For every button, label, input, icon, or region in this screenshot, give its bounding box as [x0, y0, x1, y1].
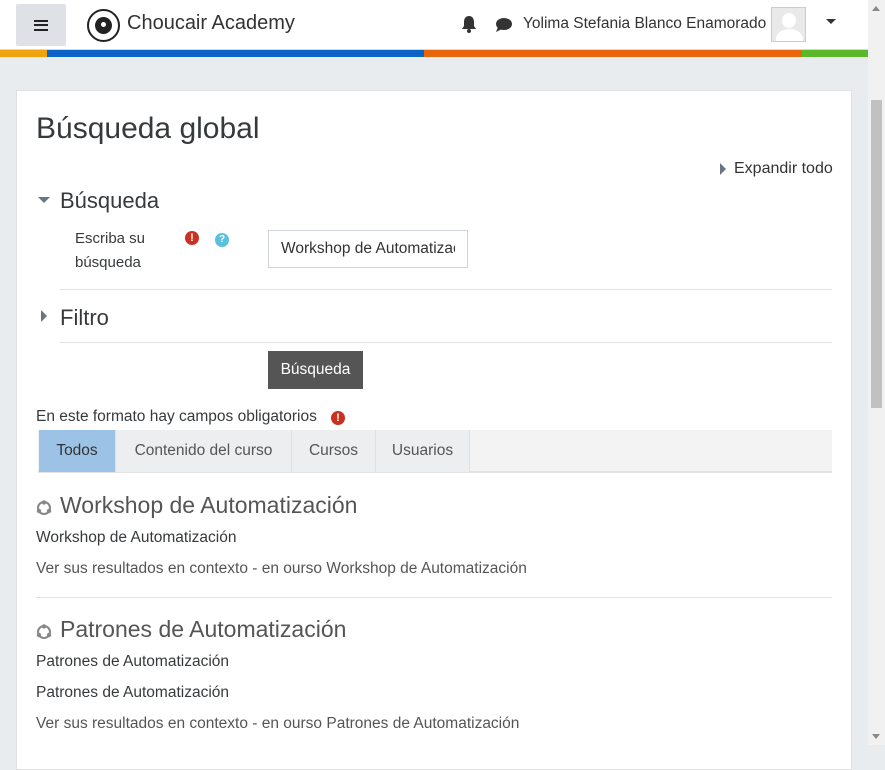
chevron-right-icon [720, 163, 726, 175]
result-context-link[interactable]: Ver sus resultados en contexto - en ours… [36, 715, 519, 733]
expand-all-label: Expandir todo [734, 160, 833, 177]
result-line: Patrones de Automatización [36, 653, 230, 670]
avatar[interactable] [771, 7, 806, 42]
course-icon [36, 624, 52, 639]
page-scrollbar[interactable] [868, 0, 885, 745]
menu-icon [34, 19, 48, 31]
site-logo[interactable] [87, 9, 120, 42]
search-section-header[interactable]: Búsqueda [60, 188, 159, 214]
required-icon: ! [331, 411, 345, 425]
tab-contenido-del-curso[interactable]: Contenido del curso [116, 430, 292, 472]
chat-icon[interactable] [495, 17, 513, 33]
course-icon [36, 500, 52, 515]
filter-section-header[interactable]: Filtro [60, 305, 109, 331]
page-title: Búsqueda global [36, 112, 260, 145]
divider [60, 289, 832, 290]
results-tabs: Todos Contenido del curso Cursos Usuario… [38, 430, 832, 473]
result-title-link[interactable]: Patrones de Automatización [60, 616, 346, 643]
help-icon[interactable]: ? [215, 233, 229, 247]
chevron-right-icon[interactable] [41, 310, 47, 322]
chevron-down-icon[interactable] [38, 197, 50, 203]
tab-todos[interactable]: Todos [39, 430, 116, 472]
required-note-text: En este formato hay campos obligatorios [36, 408, 317, 425]
search-button[interactable]: Búsqueda [268, 351, 363, 389]
required-fields-note: En este formato hay campos obligatorios [36, 408, 317, 426]
result-line: Workshop de Automatización [36, 529, 237, 546]
result-title-link[interactable]: Workshop de Automatización [60, 492, 357, 519]
color-bar [0, 50, 868, 57]
tab-usuarios[interactable]: Usuarios [376, 430, 470, 472]
expand-all-link[interactable]: Expandir todo [720, 160, 833, 178]
caret-down-icon[interactable] [826, 19, 836, 24]
top-navbar: Choucair Academy Yolima Stefania Blanco … [0, 0, 868, 50]
search-input[interactable] [268, 230, 468, 268]
user-name[interactable]: Yolima Stefania Blanco Enamorado [523, 15, 766, 33]
result-context-link[interactable]: Ver sus resultados en contexto - en ours… [36, 560, 527, 578]
bell-icon[interactable] [461, 15, 477, 33]
search-field-label: Escriba su búsqueda [75, 230, 146, 271]
menu-toggle-button[interactable] [16, 4, 66, 46]
divider [60, 342, 832, 343]
tab-cursos[interactable]: Cursos [292, 430, 376, 472]
result-line: Patrones de Automatización [36, 684, 230, 701]
divider [36, 597, 832, 598]
required-icon: ! [185, 231, 199, 245]
site-name[interactable]: Choucair Academy [127, 12, 295, 35]
